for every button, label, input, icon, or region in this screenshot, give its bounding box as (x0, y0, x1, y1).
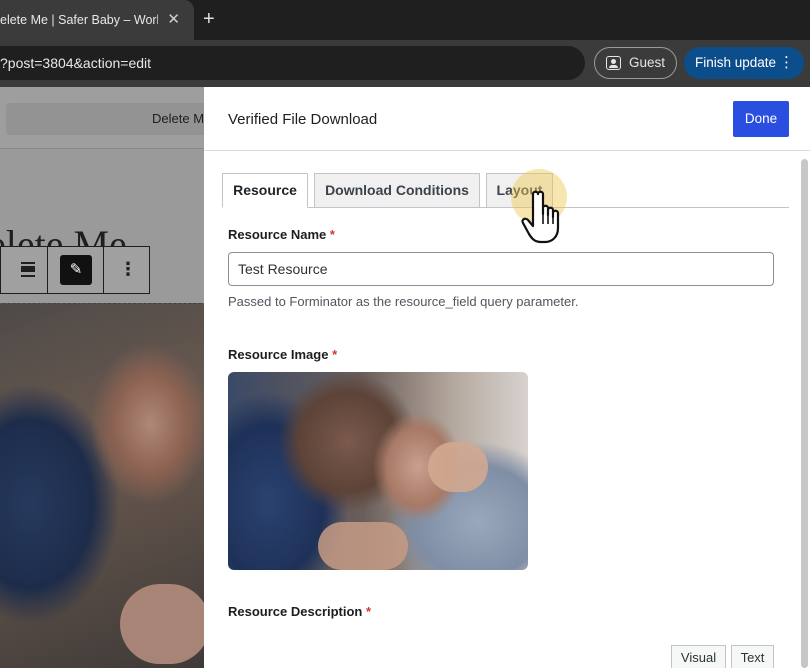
resource-description-label-text: Resource Description (228, 604, 363, 619)
required-marker: * (329, 227, 335, 242)
profile-icon (606, 56, 621, 70)
image-detail (428, 442, 488, 492)
browser-tab[interactable]: elete Me | Safer Baby – Work ✕ (0, 0, 194, 40)
required-marker: * (332, 347, 338, 362)
required-marker: * (366, 604, 372, 619)
image-detail (120, 584, 204, 664)
browser-toolbar: ?post=3804&action=edit Guest Finish upda… (0, 40, 810, 87)
toolbar-divider (47, 247, 48, 293)
editor-mode-text[interactable]: Text (731, 645, 774, 668)
tab-download-conditions[interactable]: Download Conditions (314, 173, 480, 208)
resource-description-label: Resource Description * (228, 604, 371, 619)
new-tab-icon[interactable]: + (203, 8, 215, 31)
finish-update-button[interactable]: Finish update ⋮ (684, 47, 804, 79)
guest-label: Guest (629, 55, 666, 70)
document-title-button[interactable]: Delete Me (6, 103, 204, 135)
pencil-icon[interactable]: ✎ (60, 255, 92, 285)
resource-image-label: Resource Image * (228, 347, 337, 362)
resource-image-preview[interactable] (228, 372, 528, 570)
scrollbar-thumb[interactable] (801, 159, 808, 668)
hand-pointer-icon (521, 190, 560, 244)
more-vertical-icon[interactable]: ⋮ (779, 47, 794, 79)
resource-name-label-text: Resource Name (228, 227, 327, 242)
block-image[interactable] (0, 303, 204, 668)
finish-update-label: Finish update (695, 55, 777, 70)
more-options-icon[interactable]: ⋮ (119, 259, 137, 280)
editor-mode-visual[interactable]: Visual (671, 645, 726, 668)
address-bar[interactable]: ?post=3804&action=edit (0, 46, 585, 80)
editor-header: Delete Me (0, 87, 204, 149)
browser-tab-title: elete Me | Safer Baby – Work (0, 13, 158, 27)
done-button[interactable]: Done (733, 101, 789, 137)
tab-resource[interactable]: Resource (222, 173, 308, 208)
block-settings-modal: Verified File Download Done Resource Dow… (204, 87, 810, 668)
close-tab-icon[interactable]: ✕ (167, 10, 180, 28)
resource-name-help: Passed to Forminator as the resource_fie… (228, 294, 579, 309)
toolbar-divider (103, 247, 104, 293)
block-toolbar: ✎ ⋮ (0, 246, 150, 294)
scrollbar[interactable] (800, 159, 810, 668)
modal-header: Verified File Download Done (204, 87, 810, 151)
resource-name-label: Resource Name * (228, 227, 335, 242)
editor-canvas: Delete Me elete Me ✎ ⋮ (0, 87, 204, 668)
guest-profile-button[interactable]: Guest (594, 47, 677, 79)
modal-title: Verified File Download (228, 111, 378, 128)
align-icon[interactable] (21, 262, 35, 278)
browser-tab-bar: elete Me | Safer Baby – Work ✕ + (0, 0, 810, 40)
image-detail (318, 522, 408, 570)
resource-image-label-text: Resource Image (228, 347, 329, 362)
resource-name-input[interactable]: Test Resource (228, 252, 774, 286)
